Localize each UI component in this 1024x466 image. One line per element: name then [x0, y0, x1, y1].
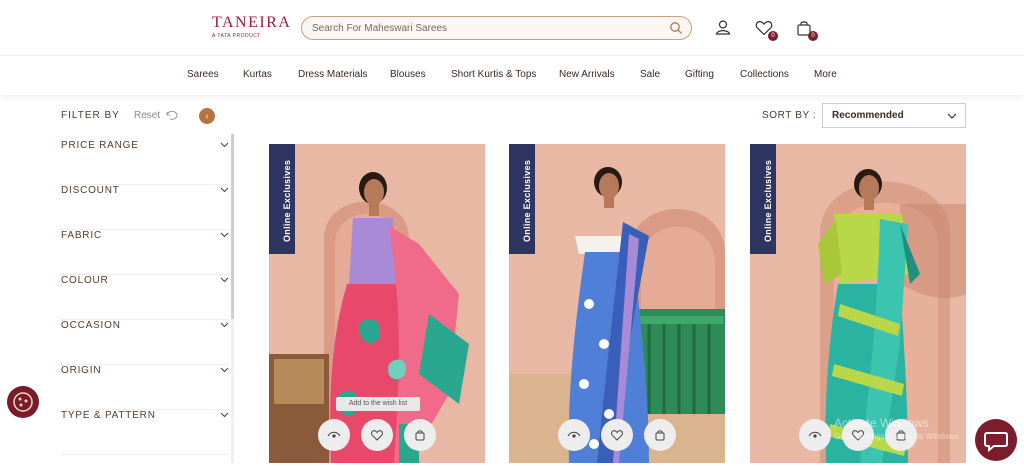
nav-item-more[interactable]: More	[814, 69, 837, 80]
nav-item-sale[interactable]: Sale	[640, 69, 660, 80]
ribbon-text: Online Exclusives	[522, 159, 532, 242]
heart-icon	[371, 430, 383, 441]
filter-title: FILTER BY	[61, 110, 120, 121]
product-image[interactable]	[269, 144, 485, 463]
chevron-down-icon	[220, 322, 229, 328]
logo-text: TANEIRA	[212, 14, 292, 31]
logo-subtext: A TATA PRODUCT	[212, 33, 261, 39]
nav-item-gifting[interactable]: Gifting	[685, 69, 714, 80]
filter-discount[interactable]: DISCOUNT	[61, 185, 229, 230]
shopping-bag-icon	[415, 430, 425, 441]
account-button[interactable]	[713, 18, 733, 38]
chevron-down-icon	[220, 277, 229, 283]
online-exclusive-ribbon: Online Exclusives	[509, 144, 535, 254]
eye-icon	[808, 431, 822, 438]
add-to-cart-button[interactable]	[644, 419, 676, 451]
filter-colour[interactable]: COLOUR	[61, 275, 229, 320]
chevron-down-icon	[220, 367, 229, 373]
cart-button[interactable]: 0	[794, 18, 818, 41]
wishlist-button[interactable]: 0	[754, 18, 778, 41]
filter-label: FABRIC	[61, 230, 102, 241]
windows-watermark-sub: Go to Settings to activate Windows.	[834, 432, 961, 441]
quick-view-button[interactable]	[558, 419, 590, 451]
filter-occasion[interactable]: OCCASION	[61, 320, 229, 365]
search-icon[interactable]	[669, 21, 683, 35]
nav-item-blouses[interactable]: Blouses	[390, 69, 426, 80]
filter-label: OCCASION	[61, 320, 121, 331]
filter-label: COLOUR	[61, 275, 109, 286]
taneira-logo[interactable]: TANEIRA A TATA PRODUCT	[212, 14, 292, 44]
ribbon-text: Online Exclusives	[282, 159, 292, 242]
nav-item-new-arrivals[interactable]: New Arrivals	[559, 69, 615, 80]
user-icon	[715, 20, 731, 35]
reset-icon[interactable]	[165, 109, 179, 121]
filter-scrollbar-thumb[interactable]	[231, 134, 234, 319]
filter-origin[interactable]: ORIGIN	[61, 365, 229, 410]
cart-count-badge: 0	[808, 31, 818, 41]
heart-icon	[611, 430, 623, 441]
quick-view-button[interactable]	[318, 419, 350, 451]
chat-button[interactable]	[975, 419, 1017, 461]
filter-label: DISCOUNT	[61, 185, 120, 196]
product-card[interactable]: Online Exclusives Add to the wish list	[269, 144, 485, 463]
nav-item-collections[interactable]: Collections	[740, 69, 789, 80]
windows-watermark: Activate Windows	[834, 416, 929, 430]
nav-item-kurtas[interactable]: Kurtas	[243, 69, 272, 80]
online-exclusive-ribbon: Online Exclusives	[269, 144, 295, 254]
reset-filters-link[interactable]: Reset	[134, 110, 160, 121]
filter-fabric[interactable]: FABRIC	[61, 230, 229, 275]
nav-item-short-kurtis-tops[interactable]: Short Kurtis & Tops	[451, 69, 536, 80]
add-to-cart-button[interactable]	[404, 419, 436, 451]
sort-label: SORT BY :	[762, 110, 817, 121]
chevron-down-icon	[220, 412, 229, 418]
product-card[interactable]: Online Exclusives	[509, 144, 725, 463]
product-image[interactable]	[509, 144, 725, 463]
chevron-down-icon	[220, 187, 229, 193]
filter-price-range[interactable]: PRICE RANGE	[61, 140, 229, 185]
cookie-icon	[13, 392, 33, 412]
search-bar	[301, 16, 692, 40]
main-nav: Sarees Kurtas Dress Materials Blouses Sh…	[0, 57, 1024, 95]
chevron-down-icon	[947, 113, 957, 119]
wishlist-tooltip: Add to the wish list	[336, 397, 420, 411]
filter-label: PRICE RANGE	[61, 140, 139, 151]
nav-item-dress-materials[interactable]: Dress Materials	[298, 69, 367, 80]
cookie-settings-button[interactable]	[7, 386, 39, 418]
nav-item-sarees[interactable]: Sarees	[187, 69, 219, 80]
filter-type-pattern[interactable]: TYPE & PATTERN	[61, 410, 229, 455]
sort-selected-value: Recommended	[832, 110, 904, 121]
chevron-down-icon	[220, 142, 229, 148]
quick-view-button[interactable]	[799, 419, 831, 451]
filter-label: TYPE & PATTERN	[61, 410, 156, 421]
chevron-down-icon	[220, 232, 229, 238]
chat-bubble-icon	[984, 432, 1008, 453]
search-input[interactable]	[312, 20, 652, 36]
wishlist-count-badge: 0	[768, 31, 778, 41]
add-to-wishlist-button[interactable]	[361, 419, 393, 451]
filter-label: ORIGIN	[61, 365, 102, 376]
shopping-bag-icon	[655, 430, 665, 441]
ribbon-text: Online Exclusives	[763, 159, 773, 242]
collapse-filter-button[interactable]: ‹	[199, 108, 215, 124]
online-exclusive-ribbon: Online Exclusives	[750, 144, 776, 254]
sort-dropdown[interactable]: Recommended	[822, 103, 966, 128]
add-to-wishlist-button[interactable]	[601, 419, 633, 451]
site-header: TANEIRA A TATA PRODUCT 0 0	[0, 0, 1024, 56]
eye-icon	[327, 431, 341, 438]
eye-icon	[567, 431, 581, 438]
